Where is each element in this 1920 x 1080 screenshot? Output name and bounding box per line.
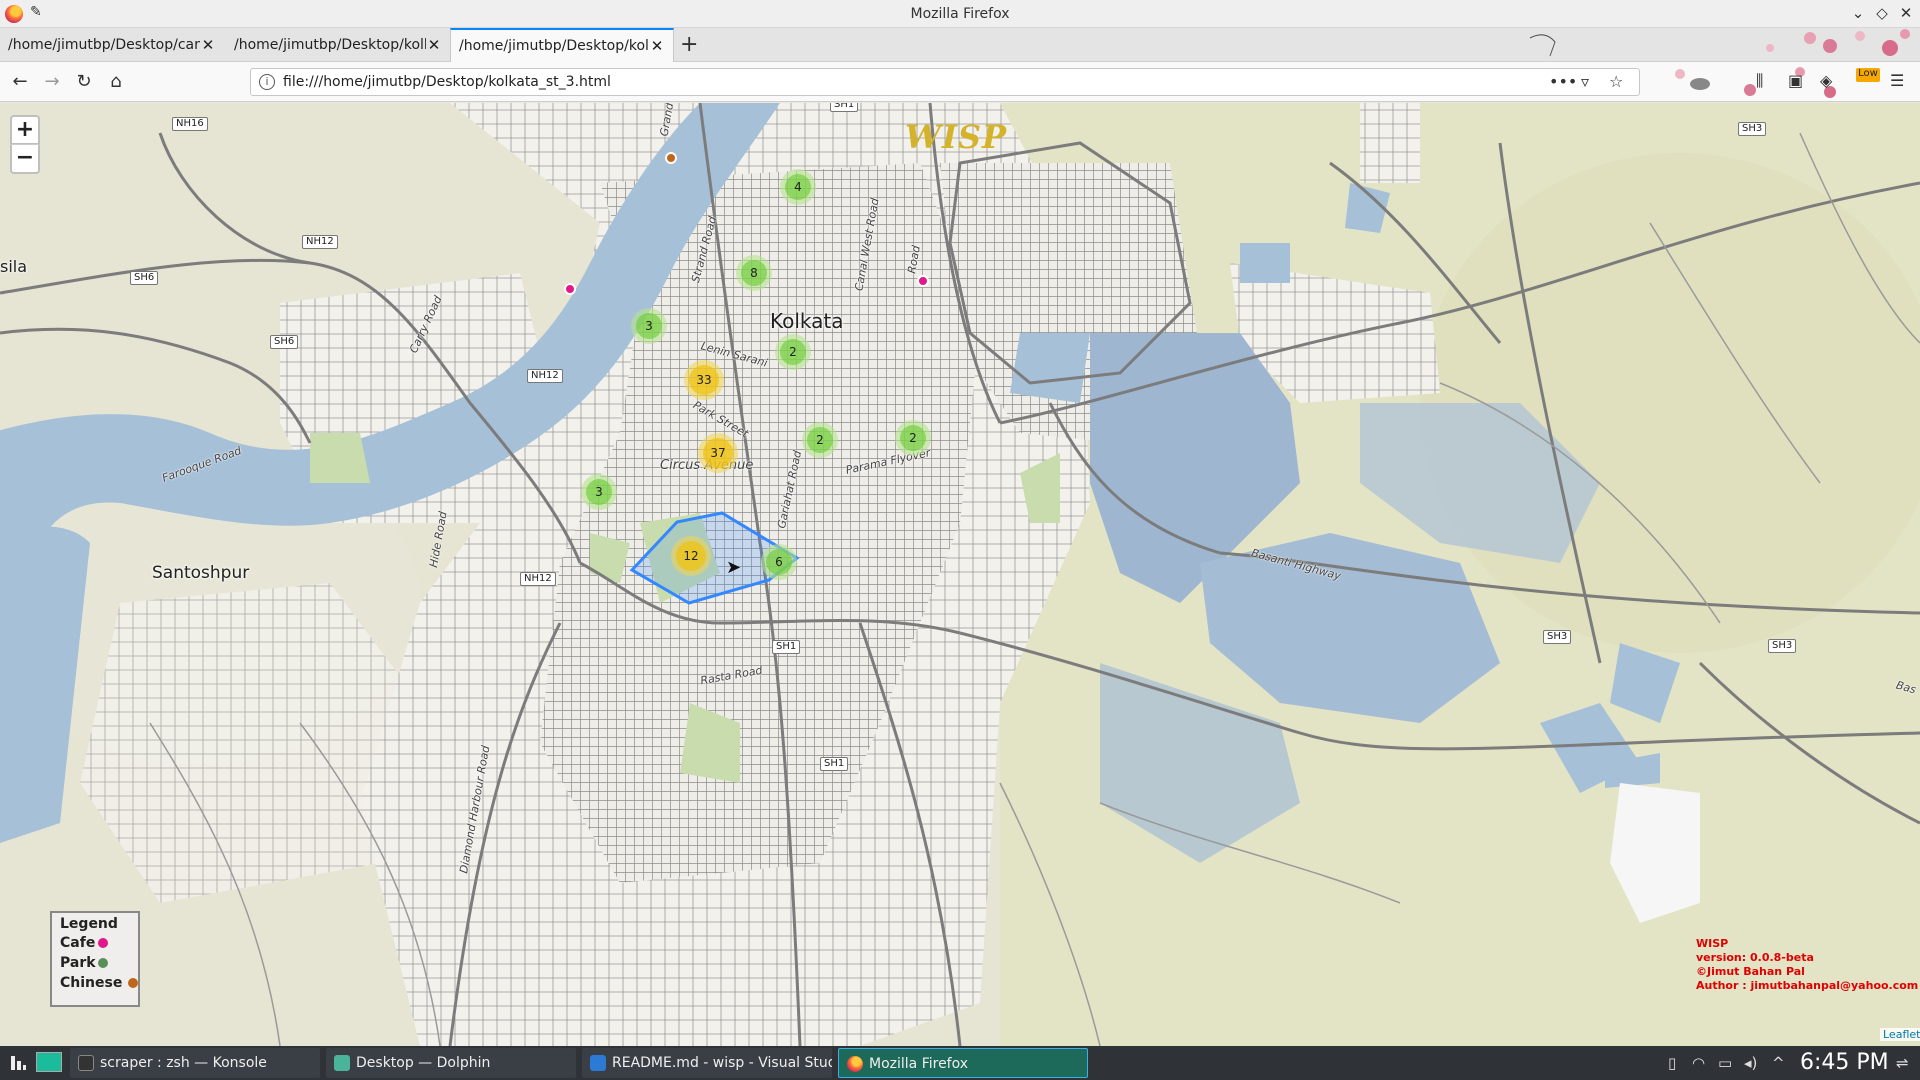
firefox-icon bbox=[847, 1056, 863, 1072]
expand-tray-icon[interactable]: ^ bbox=[1772, 1054, 1785, 1072]
place-label-edge: sila bbox=[0, 257, 28, 276]
network-icon[interactable]: ◠ bbox=[1692, 1054, 1705, 1072]
road-shield: NH12 bbox=[302, 235, 338, 249]
tab-label: /home/jimutbp/Desktop/kolkata_st_3.html bbox=[459, 38, 649, 54]
tab-label: /home/jimutbp/Desktop/canada_st_3.html bbox=[8, 37, 200, 53]
tab-kolkata-2[interactable]: /home/jimutbp/Desktop/kolkata_st_2.html … bbox=[226, 28, 450, 62]
road-shield: SH3 bbox=[1543, 630, 1572, 644]
marker-cluster[interactable]: 4 bbox=[780, 169, 816, 205]
marker-cluster[interactable]: 6 bbox=[761, 544, 797, 580]
tab-kolkata-3[interactable]: /home/jimutbp/Desktop/kolkata_st_3.html … bbox=[450, 28, 674, 62]
legend-item-cafe: Cafe bbox=[60, 933, 130, 953]
map-legend: Legend Cafe Park Chinese bbox=[50, 911, 140, 1007]
marker-cluster[interactable]: 33 bbox=[684, 360, 724, 400]
bookmark-star-icon[interactable]: ☆ bbox=[1609, 72, 1623, 91]
marker-cluster[interactable]: 3 bbox=[631, 308, 667, 344]
taskbar-item-konsole[interactable]: scraper : zsh — Konsole bbox=[70, 1048, 320, 1078]
volume-icon[interactable]: ◂) bbox=[1744, 1054, 1757, 1072]
chinese-dot-icon bbox=[128, 978, 138, 988]
map-tiles[interactable] bbox=[0, 103, 1920, 1046]
mouse-cursor-icon: ➤ bbox=[726, 557, 742, 578]
taskbar-item-vscode[interactable]: README.md - wisp - Visual Studio ... bbox=[582, 1048, 832, 1078]
road-shield: SH3 bbox=[1768, 639, 1797, 653]
legend-item-chinese: Chinese bbox=[60, 973, 138, 993]
theme-decoration bbox=[1675, 67, 1836, 98]
clock[interactable]: 6:45 PM bbox=[1800, 1050, 1889, 1075]
road-shield: SH1 bbox=[820, 757, 849, 771]
folder-icon bbox=[334, 1055, 350, 1071]
taskbar: scraper : zsh — Konsole Desktop — Dolphi… bbox=[0, 1046, 1920, 1080]
shield-extension-icon[interactable]: ◈ bbox=[1820, 71, 1832, 90]
legend-item-park: Park bbox=[60, 953, 130, 973]
tab-label: /home/jimutbp/Desktop/kolkata_st_2.html bbox=[234, 37, 426, 53]
road-shield: SH6 bbox=[130, 271, 159, 285]
reload-button[interactable]: ↻ bbox=[72, 70, 96, 94]
panel-options-icon[interactable]: ⇌ bbox=[1896, 1054, 1909, 1072]
pocket-icon[interactable]: ▿ bbox=[1581, 72, 1589, 91]
road-shield: SH1 bbox=[772, 640, 801, 654]
info-icon[interactable]: i bbox=[259, 74, 275, 90]
storage-icon[interactable]: ▭ bbox=[1718, 1054, 1732, 1072]
hamburger-menu-icon[interactable]: ☰ bbox=[1890, 71, 1904, 90]
cafe-marker[interactable] bbox=[564, 283, 576, 295]
marker-cluster[interactable]: 2 bbox=[895, 420, 931, 456]
page-actions-icon[interactable]: ••• bbox=[1549, 72, 1577, 91]
cafe-marker[interactable] bbox=[917, 275, 929, 287]
tab-close-icon[interactable]: ✕ bbox=[649, 37, 665, 55]
maximize-icon[interactable]: ◇ bbox=[1872, 4, 1892, 22]
theme-decoration bbox=[1529, 29, 1910, 57]
url-text[interactable]: file:///home/jimutbp/Desktop/kolkata_st_… bbox=[283, 74, 611, 90]
marker-cluster[interactable]: 2 bbox=[775, 334, 811, 370]
back-button[interactable]: ← bbox=[8, 70, 32, 94]
close-window-icon[interactable]: ✕ bbox=[1896, 4, 1916, 22]
minimize-icon[interactable]: ⌄ bbox=[1848, 4, 1868, 22]
cafe-dot-icon bbox=[98, 938, 108, 948]
window-title: Mozilla Firefox bbox=[910, 6, 1010, 22]
marker-cluster[interactable]: 8 bbox=[736, 255, 772, 291]
clipboard-icon[interactable]: ▯ bbox=[1668, 1054, 1676, 1072]
forward-button[interactable]: → bbox=[40, 70, 64, 94]
vscode-icon bbox=[590, 1055, 606, 1071]
road-shield: SH6 bbox=[270, 335, 299, 349]
park-dot-icon bbox=[98, 958, 108, 968]
wisp-logo: WISP bbox=[905, 118, 1008, 156]
taskbar-item-firefox[interactable]: Mozilla Firefox bbox=[838, 1048, 1088, 1078]
place-label-santoshpur: Santoshpur bbox=[152, 563, 250, 583]
credits-box: WISP version: 0.0.8-beta ©Jimut Bahan Pa… bbox=[1696, 937, 1919, 992]
zoom-out-button[interactable]: − bbox=[10, 144, 40, 174]
tab-close-icon[interactable]: ✕ bbox=[426, 36, 442, 54]
title-bar: ✎ Mozilla Firefox ⌄ ◇ ✕ bbox=[0, 0, 1920, 28]
marker-cluster[interactable]: 37 bbox=[698, 433, 738, 473]
tab-canada[interactable]: /home/jimutbp/Desktop/canada_st_3.html ✕ bbox=[0, 28, 224, 62]
road-shield: SH1 bbox=[830, 103, 859, 112]
chinese-marker[interactable] bbox=[665, 152, 677, 164]
map-view[interactable]: Kolkata Santoshpur sila Grand Strand Roa… bbox=[0, 103, 1920, 1046]
new-tab-button[interactable]: + bbox=[680, 32, 698, 57]
road-shield: NH16 bbox=[172, 117, 208, 131]
tab-close-icon[interactable]: ✕ bbox=[200, 36, 216, 54]
place-label-kolkata: Kolkata bbox=[770, 309, 844, 333]
road-shield: NH12 bbox=[520, 572, 556, 586]
app-launcher-icon[interactable] bbox=[10, 1054, 26, 1072]
taskbar-item-dolphin[interactable]: Desktop — Dolphin bbox=[326, 1048, 576, 1078]
terminal-icon bbox=[78, 1055, 94, 1071]
road-shield: NH12 bbox=[527, 369, 563, 383]
road-shield: SH3 bbox=[1738, 122, 1767, 136]
url-bar[interactable]: i file:///home/jimutbp/Desktop/kolkata_s… bbox=[250, 68, 1640, 96]
zoom-in-button[interactable]: + bbox=[10, 115, 40, 145]
leaflet-attribution-link[interactable]: Leaflet bbox=[1880, 1028, 1920, 1041]
sidebar-icon[interactable]: ▣ bbox=[1788, 71, 1803, 90]
library-icon[interactable]: ⫼ bbox=[1756, 71, 1763, 91]
tab-bar: /home/jimutbp/Desktop/canada_st_3.html ✕… bbox=[0, 28, 1920, 62]
extension-badge[interactable]: Low bbox=[1856, 68, 1880, 82]
navigation-bar: ← → ↻ ⌂ i file:///home/jimutbp/Desktop/k… bbox=[0, 62, 1920, 102]
marker-cluster[interactable]: 3 bbox=[581, 474, 617, 510]
desktop-pager-icon[interactable] bbox=[36, 1052, 62, 1072]
firefox-window: ✎ Mozilla Firefox ⌄ ◇ ✕ /home/jimutbp/De… bbox=[0, 0, 1920, 1080]
legend-title: Legend bbox=[60, 916, 118, 932]
home-button[interactable]: ⌂ bbox=[104, 70, 128, 94]
marker-cluster[interactable]: 12 bbox=[671, 536, 711, 576]
marker-cluster[interactable]: 2 bbox=[802, 422, 838, 458]
